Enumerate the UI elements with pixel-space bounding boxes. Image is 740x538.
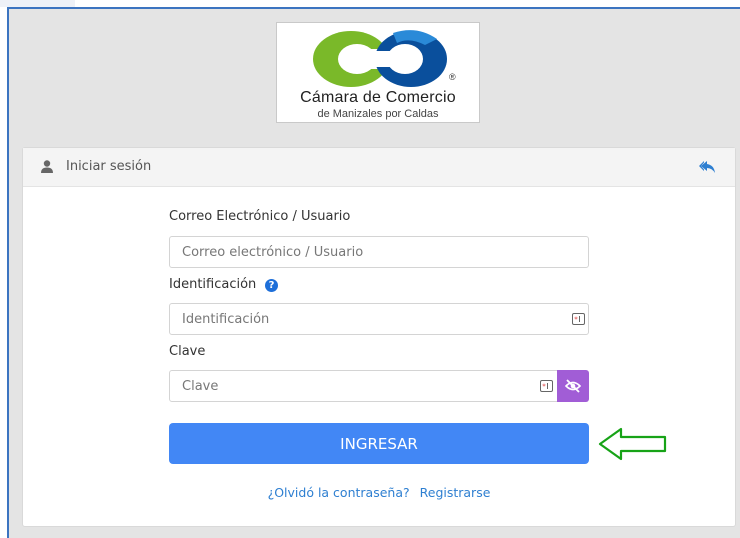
- email-label: Correo Electrónico / Usuario: [169, 209, 351, 224]
- panel-title: Iniciar sesión: [66, 159, 152, 174]
- password-label: Clave: [169, 344, 206, 359]
- svg-text:*: *: [574, 316, 578, 324]
- logo-registered-mark: ®: [449, 72, 456, 82]
- login-panel-header: Iniciar sesión: [23, 148, 735, 187]
- identification-input[interactable]: [169, 303, 589, 335]
- password-input[interactable]: [169, 370, 559, 402]
- logo-name-line2: de Manizales por Caldas: [317, 108, 439, 120]
- svg-text:*: *: [542, 383, 546, 391]
- login-panel: Iniciar sesión Correo Electrónico / Usua…: [22, 147, 736, 527]
- left-arrow-annotation-icon: [598, 427, 667, 461]
- auth-links: ¿Olvidó la contraseña? Registrarse: [23, 485, 735, 500]
- help-icon[interactable]: ?: [265, 279, 278, 292]
- email-input[interactable]: [169, 236, 589, 268]
- reply-arrow-icon[interactable]: [699, 159, 716, 175]
- login-button[interactable]: INGRESAR: [169, 423, 589, 464]
- user-icon: [41, 160, 53, 173]
- brand-logo: ® Cámara de Comercio de Manizales por Ca…: [276, 22, 480, 123]
- top-strip: [0, 0, 740, 7]
- logo-rings-graphic: [313, 30, 447, 87]
- show-password-button[interactable]: [557, 370, 589, 402]
- register-link[interactable]: Registrarse: [420, 485, 491, 500]
- top-strip-accent: [0, 0, 75, 7]
- virtual-keyboard-icon[interactable]: *: [540, 380, 553, 392]
- logo-name-line1: Cámara de Comercio: [300, 89, 456, 106]
- forgot-password-link[interactable]: ¿Olvidó la contraseña?: [268, 485, 410, 500]
- eye-slash-icon: [565, 379, 581, 393]
- virtual-keyboard-icon[interactable]: *: [572, 313, 585, 325]
- identification-label: Identificación: [169, 277, 257, 292]
